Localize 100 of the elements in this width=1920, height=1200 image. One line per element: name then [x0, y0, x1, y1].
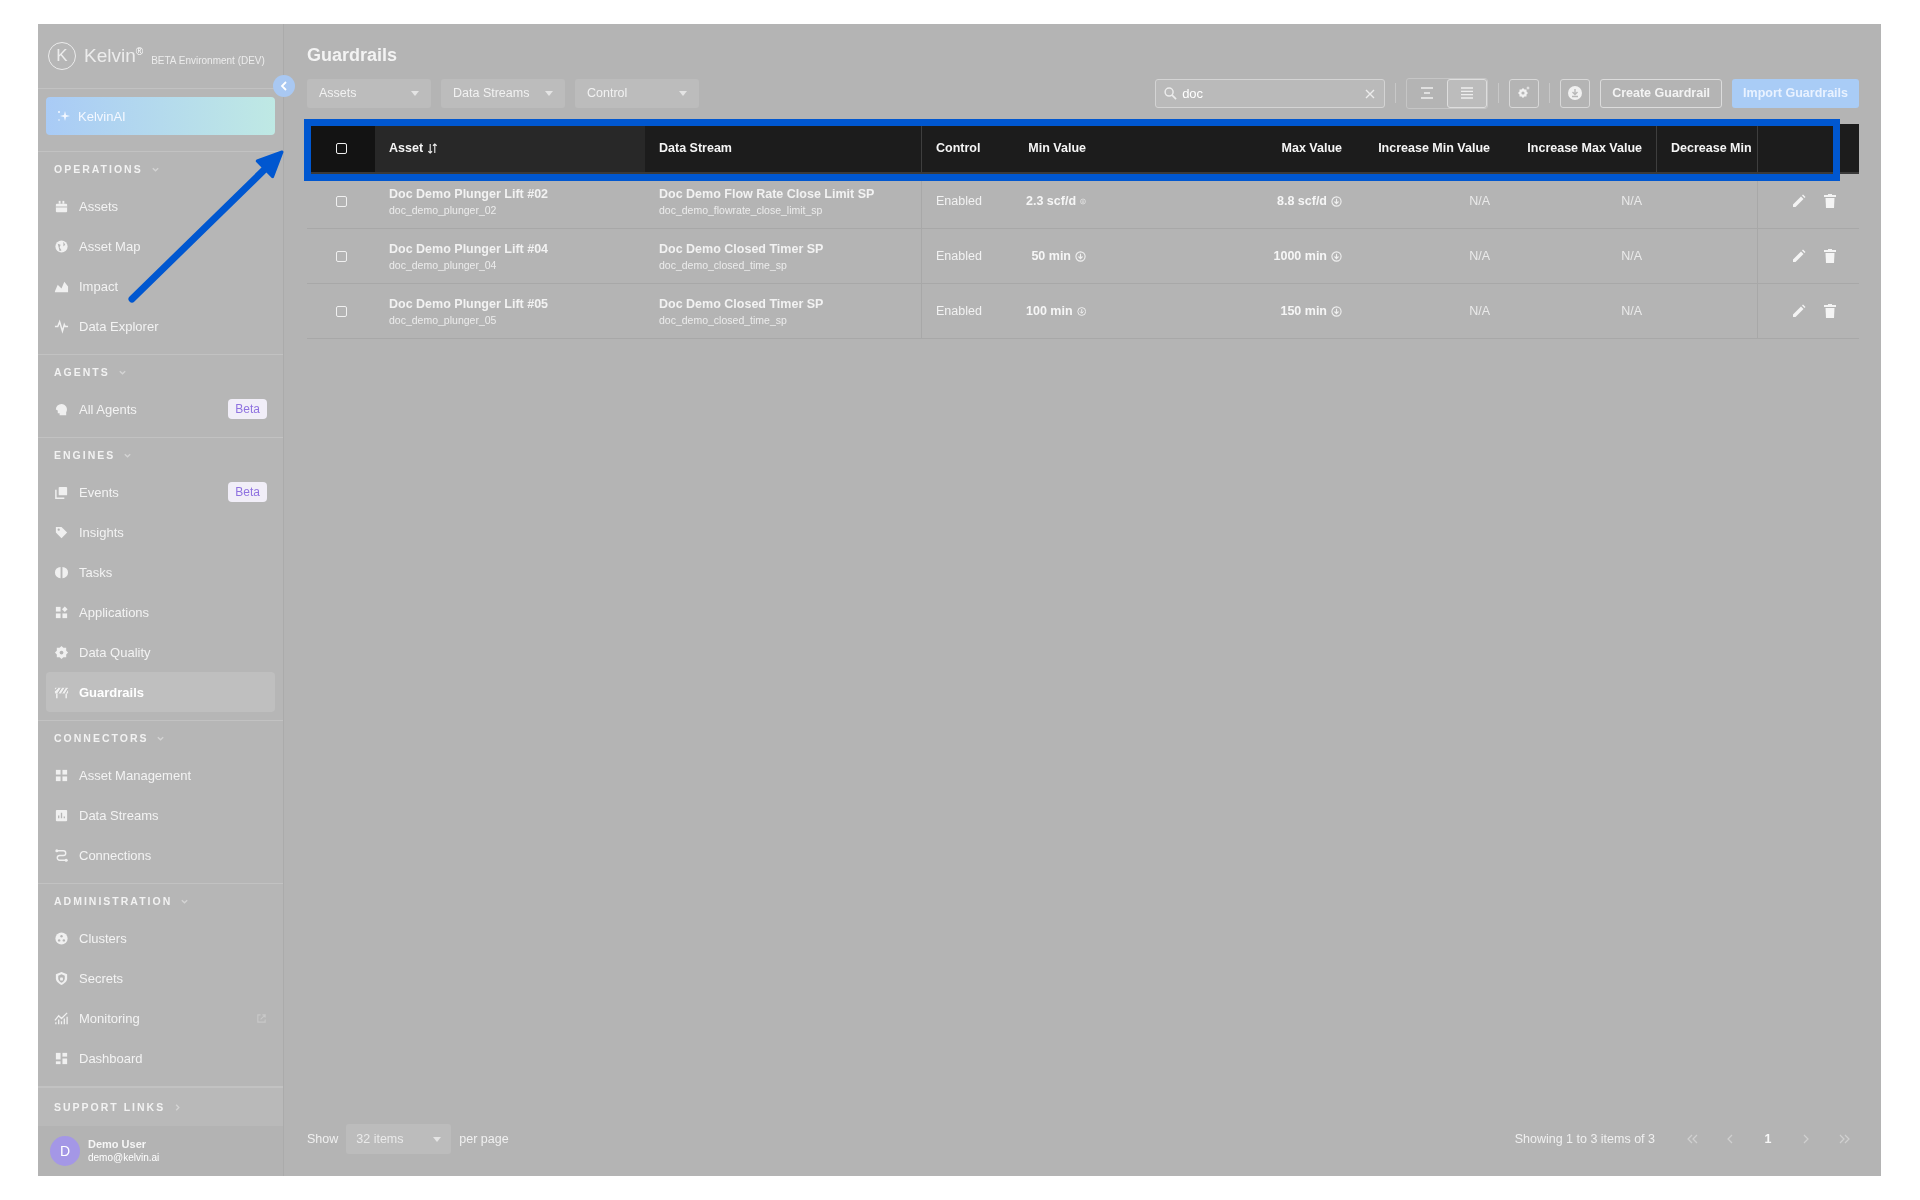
kelvinai-button[interactable]: KelvinAI	[46, 97, 275, 136]
table-cell: 2.3 scf/d	[1026, 194, 1077, 208]
sidebar-item[interactable]: Insights	[46, 512, 275, 553]
caret-icon	[433, 1136, 442, 1142]
sidebar-item[interactable]: Data Quality	[46, 632, 275, 673]
data-stream-name: Doc Demo Closed Timer SP	[659, 241, 825, 256]
table-cell: 150 min	[1280, 304, 1327, 318]
spaced-lines-icon	[1420, 86, 1435, 100]
checkbox[interactable]	[335, 305, 347, 317]
delete-icon[interactable]	[1824, 194, 1836, 208]
section-heading: ADMINISTRATION	[54, 895, 173, 908]
page-link[interactable]: 1	[1753, 1132, 1783, 1146]
checkbox[interactable]	[335, 195, 347, 207]
chevron-icon	[280, 81, 288, 91]
sidebar-item[interactable]: Dashboard	[46, 1038, 275, 1079]
route-icon	[54, 847, 69, 863]
download-button[interactable]	[1560, 78, 1591, 108]
show-label: Show	[307, 1132, 339, 1146]
sidebar-item[interactable]: Applications	[46, 592, 275, 633]
section-heading[interactable]: SUPPORT LINKS	[54, 1101, 166, 1114]
edit-icon[interactable]	[1792, 249, 1806, 263]
asset-name: Doc Demo Plunger Lift #05	[389, 296, 550, 311]
tag-icon	[54, 524, 69, 540]
sidebar-item[interactable]: Guardrails	[46, 672, 275, 713]
section-heading: CONNECTORS	[54, 732, 149, 745]
data-stream-name: Doc Demo Flow Rate Close Limit SP	[659, 186, 876, 201]
list-lines-icon	[1460, 86, 1475, 100]
create-button[interactable]: Create Guardrail	[1600, 78, 1723, 108]
column-header[interactable]: Control	[936, 141, 981, 155]
sidebar-item[interactable]: Secrets	[46, 958, 275, 999]
sidebar-item[interactable]: Tasks	[46, 552, 275, 593]
column-header[interactable]: Decrease Min	[1671, 141, 1752, 155]
gear-icon	[54, 644, 69, 660]
stack-icon	[54, 484, 69, 500]
import-button[interactable]: Import Guardrails	[1732, 78, 1859, 108]
asset-name: Doc Demo Plunger Lift #04	[389, 241, 550, 256]
asset-id: doc_demo_plunger_04	[389, 258, 498, 271]
table-cell-text: Enabled	[936, 249, 983, 263]
density-toggle[interactable]	[1447, 78, 1488, 108]
sidebar-item[interactable]: Asset Map	[46, 226, 275, 267]
sidebar-item[interactable]: Assets	[46, 186, 275, 227]
sidebar-item[interactable]: Connections	[46, 835, 275, 876]
caret-icon	[411, 90, 419, 96]
download-icon	[1567, 85, 1584, 101]
checkbox[interactable]	[335, 250, 347, 262]
section-heading: OPERATIONS	[54, 163, 143, 176]
bar-chart-icon	[54, 807, 69, 823]
delete-icon[interactable]	[1824, 304, 1836, 318]
head-icon	[54, 401, 69, 417]
previous-page-icon[interactable]	[1727, 1134, 1733, 1144]
last-page-icon[interactable]	[1838, 1134, 1850, 1144]
table-cell: 1000 min	[1273, 249, 1327, 263]
column-header[interactable]: Asset	[389, 141, 424, 155]
edit-icon[interactable]	[1792, 304, 1806, 318]
data-stream-name: Doc Demo Closed Timer SP	[659, 296, 825, 311]
data-stream-id: doc_demo_closed_time_sp	[659, 258, 788, 271]
user-name: Demo User	[88, 1138, 148, 1151]
column-header[interactable]: Min Value	[1028, 141, 1086, 155]
down-circle-icon	[1075, 250, 1086, 262]
sidebar-item[interactable]: Impact	[46, 266, 275, 307]
beta-badge: Beta	[228, 399, 267, 420]
settings-button[interactable]	[1509, 78, 1540, 108]
sidebar-item[interactable]: All Agents Beta	[46, 389, 275, 430]
next-page-icon[interactable]	[1803, 1134, 1809, 1144]
search-field[interactable]: doc	[1155, 78, 1386, 108]
search-icon	[1164, 86, 1178, 100]
user-email: demo@kelvin.ai	[88, 1152, 160, 1164]
sidebar-item[interactable]: Clusters	[46, 918, 275, 959]
delete-icon[interactable]	[1824, 249, 1836, 263]
clear-icon[interactable]	[1365, 88, 1376, 99]
collapse-button[interactable]	[273, 75, 295, 97]
down-circle-icon	[1331, 305, 1342, 317]
sidebar-item[interactable]: Monitoring	[46, 998, 275, 1039]
edit-icon[interactable]	[1792, 194, 1806, 208]
first-page-icon[interactable]	[1686, 1134, 1698, 1144]
data-stream-id: doc_demo_closed_time_sp	[659, 313, 788, 326]
sidebar-item[interactable]: Data Explorer	[46, 306, 275, 347]
dashboard-icon	[54, 1050, 69, 1066]
sidebar-item[interactable]: Events Beta	[46, 472, 275, 513]
table-cell: 8.8 scf/d	[1276, 194, 1327, 208]
column-header[interactable]: Max Value	[1281, 141, 1342, 155]
sidebar-item[interactable]: Asset Management	[46, 755, 275, 796]
pulse-icon	[54, 318, 69, 334]
sidebar-item[interactable]: Data Streams	[46, 795, 275, 836]
pagination-summary: Showing 1 to 3 items of 3	[1514, 1132, 1655, 1146]
globe-icon	[54, 238, 69, 254]
table-cell: 100 min	[1026, 304, 1073, 318]
avatar[interactable]: D	[50, 1136, 80, 1166]
down-circle-icon	[1076, 305, 1086, 317]
down-circle-icon	[1331, 250, 1342, 262]
down-circle-icon	[1331, 195, 1342, 207]
beta-badge: Beta	[228, 482, 267, 503]
column-header[interactable]: Increase Max Value	[1527, 141, 1642, 155]
column-header[interactable]: Increase Min Value	[1378, 141, 1490, 155]
column-header[interactable]: Data Stream	[659, 141, 732, 155]
checkbox[interactable]	[335, 142, 347, 154]
sort-icon[interactable]	[427, 142, 439, 154]
per-page-label: per page	[459, 1132, 509, 1146]
section-heading: ENGINES	[54, 449, 116, 462]
section-heading: AGENTS	[54, 366, 110, 379]
